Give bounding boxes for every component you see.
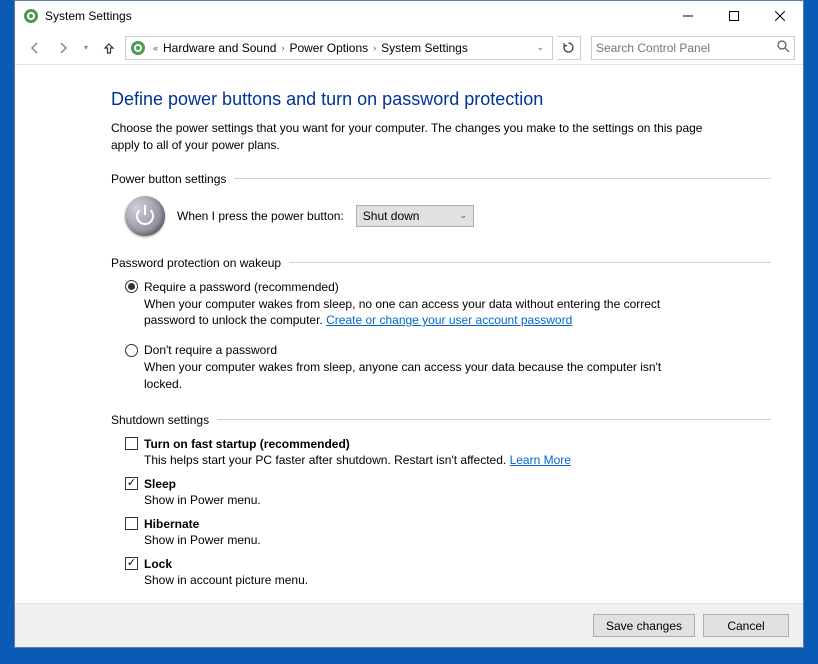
breadcrumb-part-hardware[interactable]: Hardware and Sound	[161, 41, 278, 55]
checkbox-description: This helps start your PC faster after sh…	[125, 453, 771, 467]
chevron-right-icon: ›	[281, 43, 284, 53]
breadcrumb[interactable]: « Hardware and Sound › Power Options › S…	[125, 36, 553, 60]
refresh-button[interactable]	[557, 36, 581, 60]
checkbox-label: Lock	[144, 557, 172, 571]
create-password-link[interactable]: Create or change your user account passw…	[326, 313, 572, 327]
window-controls	[665, 1, 803, 31]
radio-label: Require a password (recommended)	[144, 280, 339, 294]
checkbox-label: Sleep	[144, 477, 176, 491]
checkbox-description: Show in Power menu.	[125, 493, 771, 507]
section-heading: Password protection on wakeup	[111, 256, 281, 270]
power-icon	[125, 196, 165, 236]
search-box[interactable]	[591, 36, 795, 60]
breadcrumb-overflow-icon[interactable]: «	[153, 43, 158, 53]
dialog-footer: Save changes Cancel	[15, 603, 803, 647]
checkbox-description: Show in Power menu.	[125, 533, 771, 547]
control-panel-icon	[130, 40, 146, 56]
cancel-button[interactable]: Cancel	[703, 614, 789, 637]
system-settings-window: System Settings ▾ « Hardware and Sound ›…	[14, 0, 804, 648]
power-button-label: When I press the power button:	[177, 209, 344, 223]
section-heading: Power button settings	[111, 172, 226, 186]
radio-label: Don't require a password	[144, 343, 277, 357]
checkbox-label: Hibernate	[144, 517, 199, 531]
close-button[interactable]	[757, 1, 803, 31]
power-button-action-dropdown[interactable]: Shut down ⌄	[356, 205, 474, 227]
recent-dropdown-icon[interactable]: ▾	[79, 36, 93, 60]
save-changes-button[interactable]: Save changes	[593, 614, 695, 637]
section-heading: Shutdown settings	[111, 413, 209, 427]
breadcrumb-part-power[interactable]: Power Options	[287, 41, 370, 55]
content-area: Define power buttons and turn on passwor…	[15, 65, 803, 603]
checkbox-label: Turn on fast startup (recommended)	[144, 437, 350, 451]
divider	[234, 178, 771, 179]
breadcrumb-part-system[interactable]: System Settings	[379, 41, 470, 55]
back-button[interactable]	[23, 36, 47, 60]
up-button[interactable]	[97, 36, 121, 60]
section-password-protection: Password protection on wakeup Require a …	[111, 256, 771, 393]
window-title: System Settings	[45, 9, 132, 23]
checkbox-description: Show in account picture menu.	[125, 573, 771, 587]
radio-description: When your computer wakes from sleep, any…	[125, 359, 695, 393]
radio-input[interactable]	[125, 344, 138, 357]
checkbox-lock[interactable]: Lock Show in account picture menu.	[125, 557, 771, 587]
divider	[289, 262, 771, 263]
checkbox-input[interactable]	[125, 517, 138, 530]
checkbox-input[interactable]	[125, 437, 138, 450]
nav-toolbar: ▾ « Hardware and Sound › Power Options ›…	[15, 31, 803, 65]
radio-input[interactable]	[125, 280, 138, 293]
chevron-right-icon: ›	[373, 43, 376, 53]
breadcrumb-dropdown-icon[interactable]: ⌄	[530, 42, 550, 53]
page-title: Define power buttons and turn on passwor…	[111, 89, 771, 110]
radio-description: When your computer wakes from sleep, no …	[125, 296, 695, 330]
chevron-down-icon: ⌄	[459, 210, 467, 221]
forward-button[interactable]	[51, 36, 75, 60]
section-shutdown-settings: Shutdown settings Turn on fast startup (…	[111, 413, 771, 587]
checkbox-input[interactable]	[125, 557, 138, 570]
dropdown-selected-value: Shut down	[363, 209, 420, 223]
control-panel-icon	[23, 8, 39, 24]
search-icon[interactable]	[777, 40, 790, 56]
page-description: Choose the power settings that you want …	[111, 120, 731, 154]
titlebar: System Settings	[15, 1, 803, 31]
radio-require-password[interactable]: Require a password (recommended) When yo…	[125, 280, 771, 330]
checkbox-sleep[interactable]: Sleep Show in Power menu.	[125, 477, 771, 507]
section-power-button-settings: Power button settings When I press the p…	[111, 172, 771, 236]
learn-more-link[interactable]: Learn More	[510, 453, 571, 467]
checkbox-fast-startup[interactable]: Turn on fast startup (recommended) This …	[125, 437, 771, 467]
divider	[217, 419, 771, 420]
radio-dont-require-password[interactable]: Don't require a password When your compu…	[125, 343, 771, 393]
maximize-button[interactable]	[711, 1, 757, 31]
search-input[interactable]	[596, 41, 777, 55]
checkbox-input[interactable]	[125, 477, 138, 490]
minimize-button[interactable]	[665, 1, 711, 31]
checkbox-hibernate[interactable]: Hibernate Show in Power menu.	[125, 517, 771, 547]
